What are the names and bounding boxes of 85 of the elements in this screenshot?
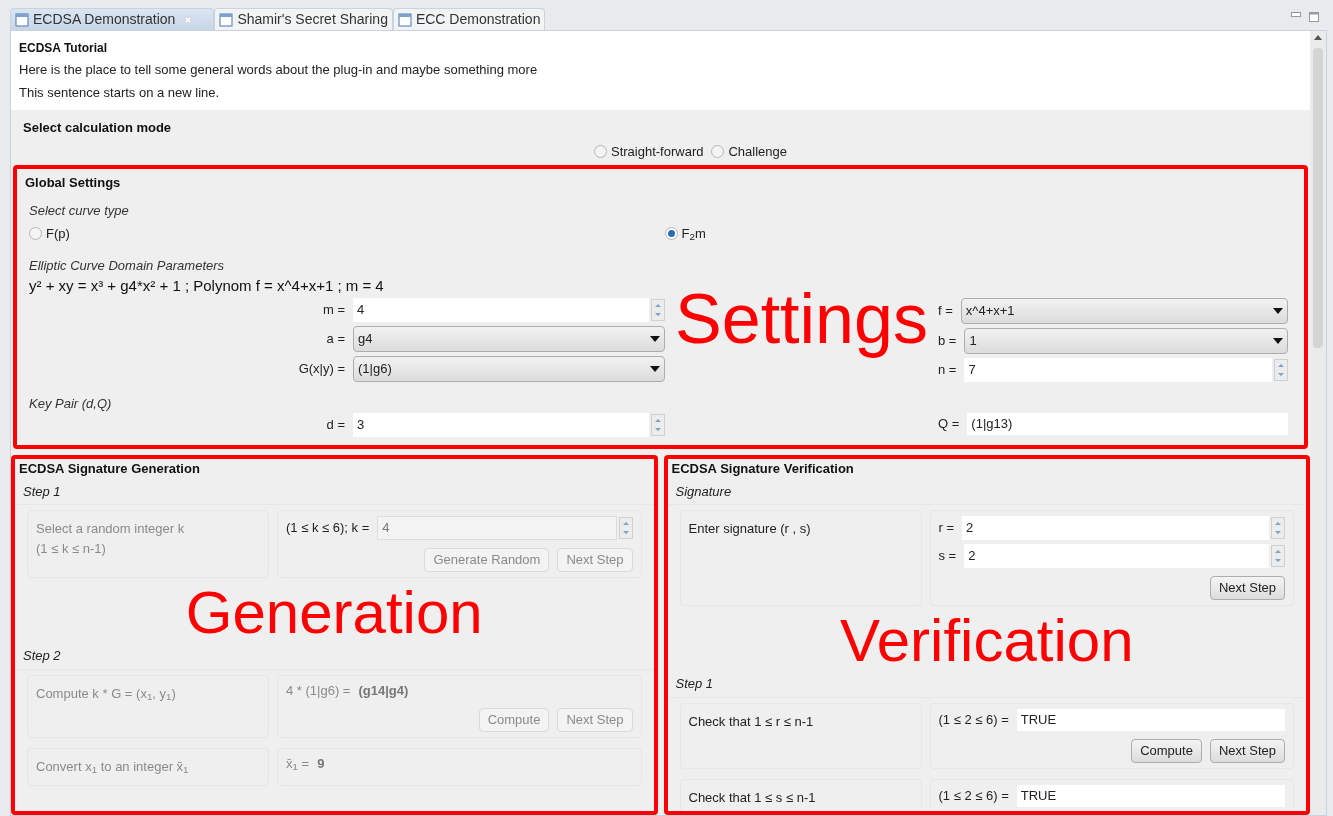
number-field[interactable]: 2	[962, 516, 1269, 540]
step-title: Step 1	[15, 478, 654, 505]
dropdown-arrow-icon	[1273, 307, 1283, 314]
document-icon	[219, 12, 234, 27]
step-title: Signature	[667, 478, 1306, 505]
field-label: b =	[938, 331, 957, 350]
radio-label: F$_{2}$m	[681, 225, 706, 244]
step-button[interactable]: Next Step	[1209, 576, 1285, 600]
text-field[interactable]: (1|g13)	[967, 413, 1288, 435]
step-description: Check that 1 ≤ s ≤ n-1	[688, 788, 817, 807]
minimize-icon[interactable]	[1291, 12, 1301, 18]
radio-button[interactable]	[594, 144, 607, 158]
field-label: Q =	[938, 415, 960, 434]
dropdown[interactable]: 1	[964, 327, 1288, 354]
field-label: G(x|y) =	[297, 359, 345, 378]
dropdown-arrow-icon	[650, 365, 660, 372]
group-title: Key Pair (d,Q)	[28, 394, 113, 413]
annotation-label: Verification	[840, 611, 1134, 671]
curve-equation: y² + xy = x³ + g4*x² + 1 ; Polynom f = x^4+x+1 ; m = 4	[28, 276, 385, 296]
radio-button[interactable]	[711, 144, 725, 158]
field-label: a =	[325, 329, 345, 348]
number-field[interactable]: 4	[353, 297, 649, 322]
tutorial-title: ECDSA Tutorial	[19, 40, 108, 57]
field-label: f =	[938, 301, 953, 320]
tutorial-text: Here is the place to tell some general words about the plug-in and maybe something more	[19, 61, 539, 79]
scrollbar[interactable]	[1310, 31, 1326, 815]
field-label: (1 ≤ k ≤ 6); k =	[286, 519, 370, 538]
field-label: (1 ≤ 2 ≤ 6) =	[938, 710, 1009, 729]
spinner-arrows-icon[interactable]	[618, 517, 633, 539]
spinner-arrows-icon[interactable]	[1271, 517, 1285, 539]
field-label: n =	[938, 360, 957, 379]
step-description: Check that 1 ≤ r ≤ n-1	[688, 712, 815, 731]
radio-button[interactable]	[29, 227, 42, 241]
group-title: Select curve type	[28, 201, 130, 220]
spinner-arrows-icon[interactable]	[651, 414, 665, 436]
result-value: 9	[317, 755, 325, 773]
step-description: Convert x$_{1}$ to an integer x̄$_{1}$	[36, 758, 190, 777]
field-label: (1 ≤ 2 ≤ 6) =	[938, 786, 1009, 805]
step-description: Compute k * G = (x$_{1}$, y$_{1}$)	[36, 684, 177, 703]
dropdown[interactable]: (1|g6)	[353, 355, 665, 382]
group-title: Elliptic Curve Domain Parameters	[28, 256, 226, 275]
step-title: Step 2	[15, 643, 654, 670]
editor-tab[interactable]: ECC Demonstration	[392, 8, 546, 30]
spinner-arrows-icon[interactable]	[1271, 545, 1285, 567]
step-button[interactable]: Compute	[1131, 738, 1202, 763]
scroll-up-icon[interactable]	[1314, 35, 1322, 40]
annotation-label: Generation	[185, 583, 483, 643]
field-label: x̄$_{1}$ =	[286, 755, 310, 774]
editor-tab[interactable]: Shamir's Secret Sharing	[214, 8, 393, 30]
number-field[interactable]: 2	[964, 544, 1269, 568]
field-label: r =	[938, 519, 955, 538]
radio-label: Challenge	[728, 142, 787, 161]
text-field[interactable]: TRUE	[1016, 708, 1285, 731]
step-description: (1 ≤ k ≤ n-1)	[36, 539, 107, 558]
tutorial-text: This sentence starts on a new line.	[19, 83, 221, 102]
dropdown-arrow-icon	[1273, 337, 1283, 344]
close-icon[interactable]	[183, 14, 194, 25]
section-title: Select calculation mode	[23, 119, 173, 137]
number-field[interactable]: 3	[353, 413, 649, 437]
editor-tab[interactable]: ECDSA Demonstration	[10, 8, 215, 30]
result-value: (g14|g4)	[358, 681, 409, 700]
dropdown[interactable]: g4	[353, 325, 665, 352]
number-field[interactable]: 7	[964, 357, 1272, 382]
field-label: d =	[325, 416, 345, 435]
text-field[interactable]: TRUE	[1016, 784, 1285, 807]
radio-button[interactable]	[664, 227, 678, 241]
radio-label: F(p)	[46, 225, 70, 243]
section-title: Global Settings	[25, 174, 122, 192]
dropdown[interactable]: x^4+x+1	[960, 297, 1288, 324]
spinner-arrows-icon[interactable]	[1274, 358, 1288, 381]
section-title: ECDSA Signature Generation	[18, 460, 201, 478]
section-title: ECDSA Signature Verification	[670, 460, 855, 478]
step-title: Step 1	[667, 671, 1306, 698]
field-label: s =	[938, 547, 957, 566]
field-label: 4 * (1|g6) =	[286, 681, 351, 700]
maximize-icon[interactable]	[1309, 12, 1319, 22]
field-label: m =	[321, 300, 345, 319]
radio-label: Straight-forward	[611, 142, 704, 161]
step-button[interactable]: Next Step	[1209, 738, 1285, 763]
spinner-arrows-icon[interactable]	[651, 298, 665, 321]
dropdown-arrow-icon	[650, 335, 660, 342]
document-icon	[15, 12, 29, 27]
document-icon	[397, 12, 412, 27]
step-description: Enter signature (r , s)	[688, 520, 812, 538]
step-description: Select a random integer k	[36, 520, 186, 538]
